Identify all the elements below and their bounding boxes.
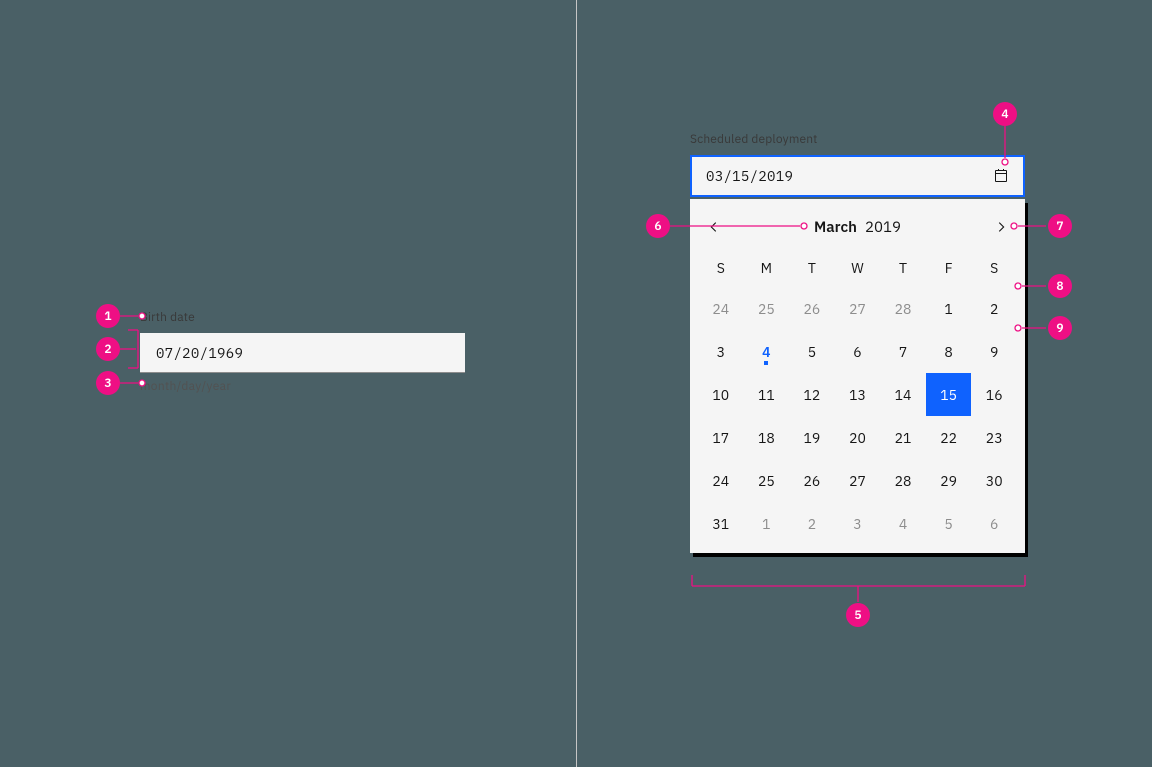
calendar-day[interactable]: 2 [971, 287, 1017, 330]
calendar-day[interactable]: 13 [835, 373, 881, 416]
calendar-day[interactable]: 20 [835, 416, 881, 459]
calendar-month-year[interactable]: March2019 [814, 218, 901, 237]
calendar-day[interactable]: 28 [880, 287, 926, 330]
calendar-day[interactable]: 8 [926, 330, 972, 373]
calendar-day[interactable]: 22 [926, 416, 972, 459]
field-label: Birth date [140, 310, 465, 325]
annotation-dot-2: 2 [96, 337, 120, 361]
calendar-day[interactable]: 7 [880, 330, 926, 373]
calendar-day-grid: 2425262728123456789101112131415161718192… [698, 287, 1017, 545]
calendar-weekday-row: SMTWTFS [698, 249, 1017, 287]
prev-month-button[interactable] [704, 217, 724, 237]
calendar-day[interactable]: 4 [880, 502, 926, 545]
calendar-weekday: S [971, 249, 1017, 287]
calendar-day[interactable]: 19 [789, 416, 835, 459]
calendar-day[interactable]: 18 [744, 416, 790, 459]
calendar-day[interactable]: 24 [698, 459, 744, 502]
calendar-weekday: S [698, 249, 744, 287]
annotation-dot-4: 4 [993, 102, 1017, 126]
calendar-day[interactable]: 21 [880, 416, 926, 459]
calendar-day[interactable]: 12 [789, 373, 835, 416]
calendar-day[interactable]: 4 [744, 330, 790, 373]
calendar-day[interactable]: 16 [971, 373, 1017, 416]
vertical-divider [576, 0, 577, 767]
calendar-weekday: F [926, 249, 972, 287]
calendar-day[interactable]: 1 [926, 287, 972, 330]
calendar-weekday: T [789, 249, 835, 287]
calendar-day[interactable]: 15 [926, 373, 972, 416]
annotation-dot-3: 3 [96, 371, 120, 395]
chevron-left-icon [707, 220, 721, 234]
calendar-day[interactable]: 27 [835, 287, 881, 330]
calendar-icon[interactable] [993, 168, 1009, 184]
calendar-day[interactable]: 14 [880, 373, 926, 416]
calendar-day[interactable]: 3 [835, 502, 881, 545]
helper-text: month/day/year [140, 379, 465, 394]
calendar-day[interactable]: 24 [698, 287, 744, 330]
date-picker-input[interactable]: 03/15/2019 [690, 155, 1025, 197]
calendar-header: March2019 [698, 205, 1017, 249]
calendar-day[interactable]: 25 [744, 287, 790, 330]
calendar-weekday: W [835, 249, 881, 287]
calendar-day[interactable]: 9 [971, 330, 1017, 373]
date-picker-value: 03/15/2019 [706, 167, 993, 185]
calendar-day[interactable]: 17 [698, 416, 744, 459]
calendar-day[interactable]: 6 [971, 502, 1017, 545]
annotation-dot-7: 7 [1048, 214, 1072, 238]
simple-date-field: Birth date month/day/year [140, 310, 465, 394]
date-picker: Scheduled deployment 03/15/2019 March201… [690, 132, 1025, 553]
calendar-day[interactable]: 25 [744, 459, 790, 502]
calendar-day[interactable]: 30 [971, 459, 1017, 502]
calendar-popup: March2019 SMTWTFS 2425262728123456789101… [690, 199, 1025, 553]
calendar-day[interactable]: 27 [835, 459, 881, 502]
calendar-day[interactable]: 26 [789, 287, 835, 330]
annotation-dot-1: 1 [96, 304, 120, 328]
date-input[interactable] [140, 333, 465, 373]
calendar-weekday: M [744, 249, 790, 287]
calendar-day[interactable]: 29 [926, 459, 972, 502]
calendar-day[interactable]: 5 [789, 330, 835, 373]
calendar-day[interactable]: 26 [789, 459, 835, 502]
annotation-dot-9: 9 [1048, 316, 1072, 340]
field-label: Scheduled deployment [690, 132, 1025, 147]
calendar-day[interactable]: 10 [698, 373, 744, 416]
calendar-day[interactable]: 6 [835, 330, 881, 373]
calendar-day[interactable]: 28 [880, 459, 926, 502]
calendar-day[interactable]: 23 [971, 416, 1017, 459]
calendar-day[interactable]: 2 [789, 502, 835, 545]
next-month-button[interactable] [991, 217, 1011, 237]
calendar-day[interactable]: 11 [744, 373, 790, 416]
chevron-right-icon [994, 220, 1008, 234]
annotation-dot-8: 8 [1048, 274, 1072, 298]
calendar-day[interactable]: 31 [698, 502, 744, 545]
annotation-dot-6: 6 [646, 214, 670, 238]
annotation-dot-5: 5 [846, 603, 870, 627]
calendar-weekday: T [880, 249, 926, 287]
calendar-day[interactable]: 1 [744, 502, 790, 545]
calendar-day[interactable]: 5 [926, 502, 972, 545]
calendar-day[interactable]: 3 [698, 330, 744, 373]
